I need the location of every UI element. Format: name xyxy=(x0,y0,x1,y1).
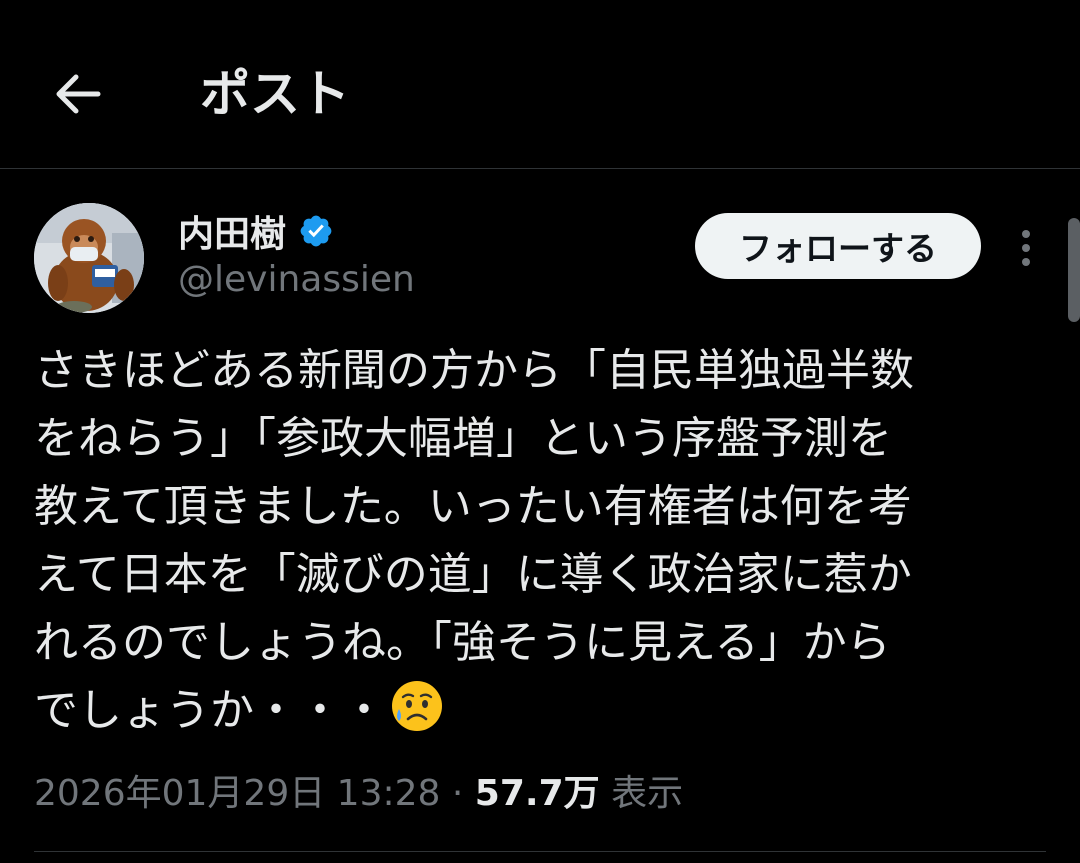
tweet-meta: 2026年01月29日 13:28 · 57.7万 表示 xyxy=(34,766,683,822)
tweet-line: さきほどある新聞の方から「自民単独過半数 xyxy=(34,345,914,396)
tweet-line-last: でしょうか・・・ xyxy=(34,677,1044,745)
avatar[interactable] xyxy=(34,203,144,313)
meta-separator: · xyxy=(451,773,464,814)
arrow-left-icon xyxy=(56,74,101,114)
tweet-line: をねらう」「参政大幅増」という序盤予測を xyxy=(34,413,892,464)
tweet-line: えて日本を「滅びの道」に導く政治家に惹か xyxy=(34,549,912,600)
follow-button[interactable]: フォローする xyxy=(695,213,981,279)
more-options-button[interactable] xyxy=(1008,220,1044,276)
tweet-line-text: でしょうか・・・ xyxy=(34,685,386,736)
avatar-orangutan-image xyxy=(34,203,144,313)
back-button[interactable] xyxy=(48,66,108,122)
tweet-line: れるのでしょうね。「強そうに見える」から xyxy=(34,617,891,668)
views-count: 57.7万 xyxy=(474,773,600,814)
sad-but-relieved-face-emoji xyxy=(392,681,442,731)
divider xyxy=(34,851,1046,852)
top-bar: ポスト xyxy=(0,0,1080,169)
tweet-line: 教えて頂きました。いったい有権者は何を考 xyxy=(34,481,912,532)
tweet-text: さきほどある新聞の方から「自民単独過半数 をねらう」「参政大幅増」という序盤予測… xyxy=(34,337,1044,745)
more-vertical-icon xyxy=(1022,230,1030,266)
views-label: 表示 xyxy=(611,773,684,814)
page-title: ポスト xyxy=(200,65,350,123)
timestamp[interactable]: 2026年01月29日 13:28 xyxy=(34,773,440,814)
verified-badge-icon xyxy=(300,215,332,247)
author-handle[interactable]: @levinassien xyxy=(178,258,415,302)
author-name-row: 内田樹 xyxy=(178,205,334,257)
display-name[interactable]: 内田樹 xyxy=(178,205,286,257)
scrollbar[interactable] xyxy=(1068,218,1080,322)
